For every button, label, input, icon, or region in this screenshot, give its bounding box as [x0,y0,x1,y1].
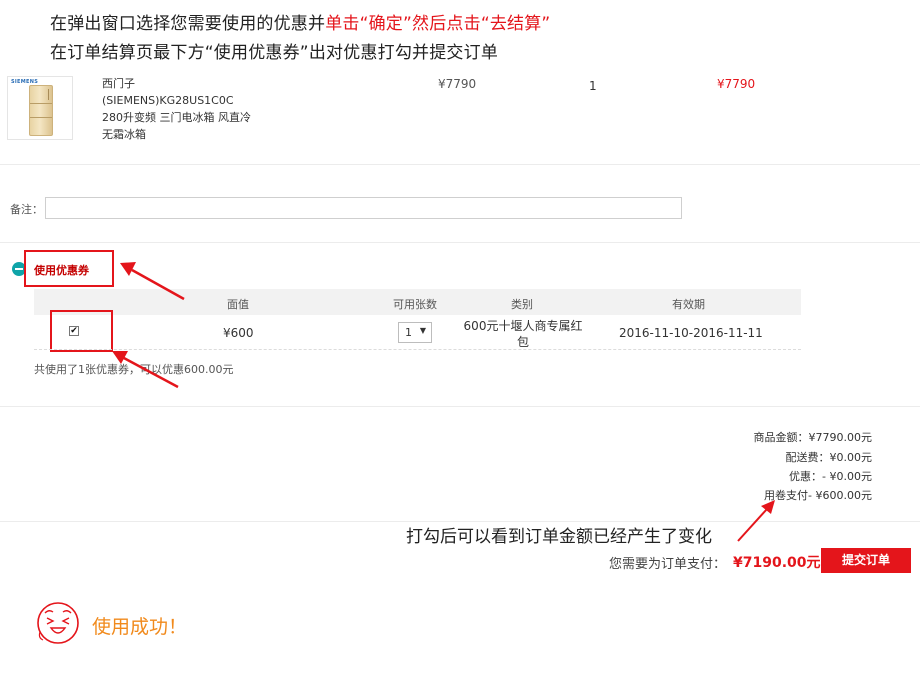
product-subtotal: ¥7790 [717,77,756,91]
discount-amount: 优惠：- ¥0.00元 [789,470,872,483]
instruction-line-2: 在订单结算页最下方“使用优惠券”出对优惠打勾并提交订单 [50,43,499,63]
remark-label: 备注： [10,203,43,216]
product-price: ¥7790 [438,77,477,91]
arrow-line [737,508,768,542]
header-validity: 有效期 [672,298,705,311]
product-quantity: 1 [589,79,597,93]
success-message: 使用成功！ [92,616,188,638]
header-available: 可用张数 [393,298,437,311]
fridge-icon [29,85,53,136]
goods-amount: 商品金额：¥7790.00元 [753,431,873,444]
instruction-highlight: 单击“确定”然后点击“去结算” [325,14,551,34]
annotation-text: 打勾后可以看到订单金额已经产生了变化 [406,527,712,547]
coupon-type: 600元十堰人商专属红包 [463,319,583,349]
coupon-validity: 2016-11-10-2016-11-11 [619,326,763,340]
remark-input[interactable] [45,197,682,219]
highlight-box [50,310,113,352]
quantity-select[interactable]: 1 ▼ [398,322,432,343]
quantity-select-value: 1 [405,326,412,339]
header-face-value: 面值 [227,298,249,311]
coupon-summary: 共使用了1张优惠券，可以优惠600.00元 [34,363,234,376]
header-type: 类别 [511,298,533,311]
pay-amount: ¥7190.00元 [733,555,821,571]
shipping-fee: 配送费：¥0.00元 [785,451,873,464]
divider [0,164,920,165]
arrow-head [120,262,136,276]
smiley-face-icon [37,602,79,644]
pay-label: 您需要为订单支付： [609,557,727,572]
submit-order-button[interactable]: 提交订单 [821,548,911,573]
product-image[interactable]: SIEMENS [7,76,73,140]
instruction-text: 在弹出窗口选择您需要使用的优惠并 [50,14,326,34]
instruction-line-1: 在弹出窗口选择您需要使用的优惠并单击“确定”然后点击“去结算” [50,9,550,34]
divider [0,242,920,243]
coupon-face-value: ¥600 [223,326,254,340]
coupon-payment: 用卷支付- ¥600.00元 [764,489,872,502]
highlight-box [24,250,114,287]
divider [0,406,920,407]
chevron-down-icon: ▼ [419,326,426,335]
product-name[interactable]: 西门子(SIEMENS)KG28US1C0C 280升变频 三门电冰箱 风直冷无… [102,75,252,143]
divider [34,349,801,350]
